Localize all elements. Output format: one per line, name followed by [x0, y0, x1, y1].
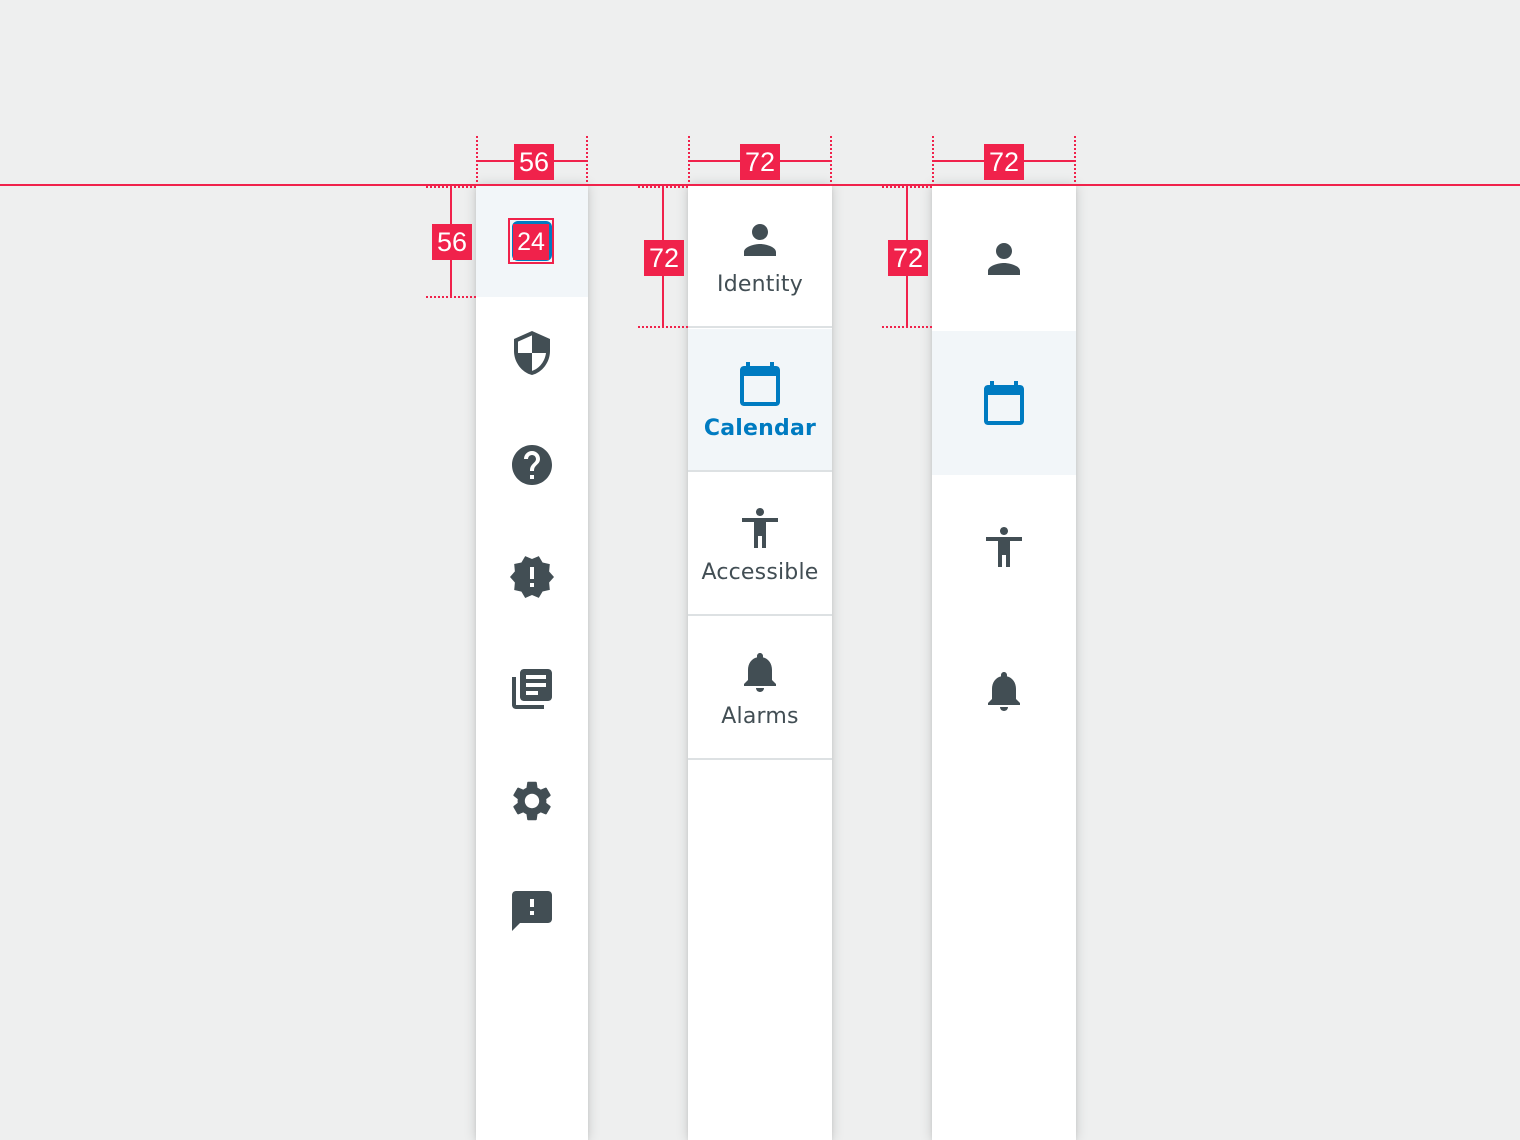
calendar-icon	[736, 360, 784, 408]
accessibility-icon	[736, 504, 784, 552]
compact-height-badge: 56	[432, 224, 472, 260]
compact-width-badge: 56	[514, 144, 554, 180]
person-icon	[736, 216, 784, 264]
labeled-height-badge: 72	[644, 240, 684, 276]
help-icon	[508, 441, 556, 489]
icon-rail-item-alarms[interactable]	[932, 619, 1076, 763]
icon-rail-item-identity[interactable]	[932, 187, 1076, 331]
settings-icon	[508, 777, 556, 825]
security-shield-icon	[508, 329, 556, 377]
icons-width-badge: 72	[984, 144, 1024, 180]
bell-icon	[736, 648, 784, 696]
rail-item-alarms[interactable]: Alarms	[688, 617, 832, 760]
rail-item-label: Identity	[717, 272, 803, 297]
rail-item-label: Calendar	[703, 416, 817, 441]
icon-rail-item-accessible[interactable]	[932, 475, 1076, 619]
new-releases-icon	[508, 553, 556, 601]
icon-size-badge: 24	[513, 224, 549, 260]
rail-item-accessible[interactable]: Accessible	[688, 473, 832, 616]
redline-guide	[882, 326, 932, 328]
person-icon	[980, 235, 1028, 283]
compact-item-settings[interactable]	[476, 745, 588, 857]
redline-top-guide	[0, 184, 1520, 186]
compact-navigation-rail	[476, 185, 588, 1140]
compact-item-new-releases[interactable]	[476, 521, 588, 633]
accessibility-icon	[980, 523, 1028, 571]
labeled-width-badge: 72	[740, 144, 780, 180]
rail-item-label: Accessible	[701, 560, 819, 585]
icon-rail-item-calendar[interactable]	[932, 331, 1076, 475]
redline-guide	[638, 326, 688, 328]
compact-item-help[interactable]	[476, 409, 588, 521]
labeled-navigation-rail: Identity Calendar Accessible Alarms	[688, 185, 832, 1140]
icons-height-badge: 72	[888, 240, 928, 276]
rail-item-calendar[interactable]: Calendar	[688, 329, 832, 472]
library-books-icon	[508, 665, 556, 713]
redline-guide	[426, 296, 476, 298]
rail-item-identity[interactable]: Identity	[688, 185, 832, 328]
compact-item-feedback[interactable]	[476, 855, 588, 967]
feedback-icon	[508, 887, 556, 935]
compact-item-security[interactable]	[476, 297, 588, 409]
rail-item-label: Alarms	[721, 704, 799, 729]
compact-item-library[interactable]	[476, 633, 588, 745]
calendar-icon	[980, 379, 1028, 427]
bell-icon	[980, 667, 1028, 715]
icon-navigation-rail	[932, 185, 1076, 1140]
